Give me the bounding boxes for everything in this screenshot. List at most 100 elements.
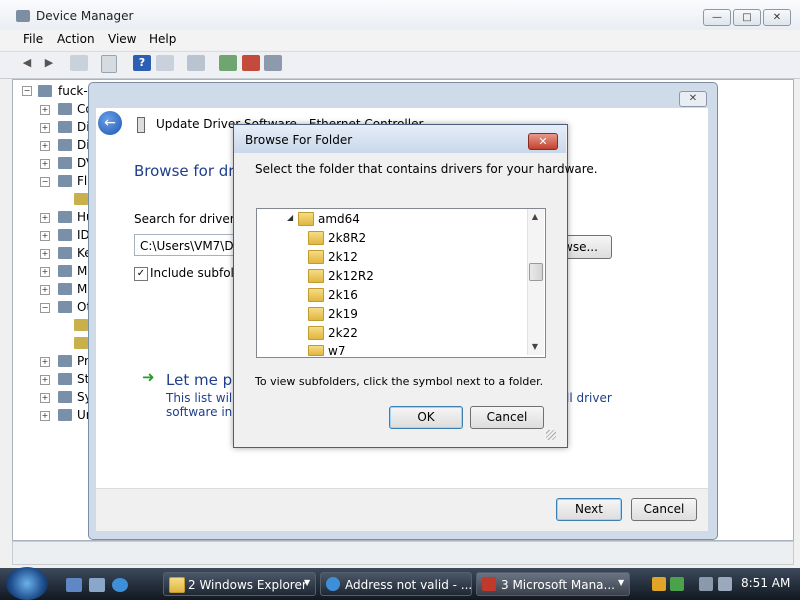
network-disconnected-icon[interactable] [699, 577, 713, 591]
tree-expander[interactable]: + [40, 123, 50, 133]
next-button[interactable]: Next [556, 498, 622, 521]
folder-icon [308, 326, 324, 340]
folder-tree [256, 208, 546, 358]
browse-hint: To view subfolders, click the symbol nex… [255, 375, 544, 388]
warning-device-icon [74, 319, 88, 331]
view-icon[interactable] [156, 55, 174, 71]
folder-icon [298, 212, 314, 226]
device-category-icon [58, 301, 72, 313]
taskbar-microsoft-management[interactable]: 3 Microsoft Mana... [476, 572, 630, 596]
folder-item[interactable]: 2k8R2 [328, 231, 366, 245]
tree-expander[interactable]: + [40, 267, 50, 277]
back-arrow-icon[interactable]: ← [98, 111, 122, 135]
tree-root-label[interactable]: fuck- [58, 84, 88, 98]
forward-arrow-icon[interactable]: ▶ [40, 55, 58, 71]
maximize-button[interactable]: □ [733, 9, 761, 26]
let-me-pick-description-tail: ll driver [566, 391, 612, 405]
browse-button[interactable]: wse... [562, 235, 612, 259]
device-category-icon [58, 229, 72, 241]
menu-help[interactable]: Help [149, 32, 176, 46]
clock[interactable]: 8:51 AM [741, 576, 790, 590]
toolbar [0, 51, 800, 79]
folder-tree-scrollbar[interactable] [527, 209, 544, 355]
browse-cancel-button[interactable]: Cancel [470, 406, 544, 429]
let-me-pick-description-line2: software in t [166, 405, 241, 419]
start-button[interactable] [6, 567, 48, 600]
internet-explorer-icon[interactable] [112, 578, 128, 592]
include-subfolders-label: Include subfold [150, 266, 242, 280]
folder-icon [308, 250, 324, 264]
tree-expander[interactable]: − [40, 177, 50, 187]
folder-icon [308, 288, 324, 302]
folder-item[interactable]: 2k19 [328, 307, 358, 321]
network-status-icon[interactable] [670, 577, 684, 591]
scroll-up-icon[interactable]: ▲ [530, 212, 540, 221]
close-button[interactable]: ✕ [763, 9, 791, 26]
status-bar [12, 541, 794, 565]
include-subfolders-checkbox[interactable]: ✓ [134, 267, 148, 281]
folder-item[interactable]: w7 [328, 344, 345, 355]
scroll-down-icon[interactable]: ▼ [530, 342, 540, 351]
show-desktop-icon[interactable] [66, 578, 82, 592]
tree-expander[interactable]: + [40, 357, 50, 367]
uninstall-icon[interactable] [242, 55, 260, 71]
switch-windows-icon[interactable] [89, 578, 105, 592]
tree-item[interactable]: Fl [77, 174, 87, 188]
taskbar-windows-explorer[interactable]: 2 Windows Explorer [163, 572, 316, 596]
collapse-triangle-icon[interactable]: ◢ [287, 213, 293, 222]
chevron-down-icon[interactable]: ▼ [304, 578, 310, 587]
tree-expander[interactable]: + [40, 411, 50, 421]
tree-expander[interactable]: + [40, 285, 50, 295]
folder-item[interactable]: 2k12 [328, 250, 358, 264]
scan-hardware-icon[interactable] [187, 55, 205, 71]
tree-expander[interactable]: + [40, 249, 50, 259]
tree-expander[interactable]: − [40, 303, 50, 313]
ok-button[interactable]: OK [389, 406, 463, 429]
chevron-down-icon[interactable]: ▼ [618, 578, 624, 587]
wizard-heading: Browse for dri [134, 162, 239, 180]
menu-view[interactable]: View [108, 32, 136, 46]
disable-device-icon[interactable] [264, 55, 282, 71]
device-category-icon [58, 121, 72, 133]
green-arrow-icon: ➜ [142, 368, 155, 386]
tree-expander[interactable]: + [40, 141, 50, 151]
folder-item[interactable]: 2k22 [328, 326, 358, 340]
help-icon[interactable]: ? [133, 55, 151, 71]
minimize-button[interactable]: — [703, 9, 731, 26]
properties-icon[interactable] [101, 55, 117, 73]
taskbar-address-not-valid[interactable]: Address not valid - ... [320, 572, 472, 596]
show-hide-tree-icon[interactable] [70, 55, 88, 71]
tree-expander[interactable]: + [40, 231, 50, 241]
back-arrow-icon[interactable]: ◀ [18, 55, 36, 71]
tree-expander[interactable]: − [22, 86, 32, 96]
folder-amd64[interactable]: amd64 [318, 212, 360, 226]
driver-path-input[interactable]: C:\Users\VM7\Do [134, 234, 238, 256]
tree-item[interactable]: M [77, 264, 87, 278]
resize-grip[interactable] [546, 430, 556, 440]
folder-icon [308, 345, 324, 356]
wizard-close-button[interactable]: ✕ [679, 91, 707, 107]
device-icon [137, 117, 145, 133]
menu-action[interactable]: Action [57, 32, 95, 46]
tree-expander[interactable]: + [40, 159, 50, 169]
wizard-cancel-button[interactable]: Cancel [631, 498, 697, 521]
tree-expander[interactable]: + [40, 393, 50, 403]
device-category-icon [58, 211, 72, 223]
tree-item[interactable]: M [77, 282, 87, 296]
tree-expander[interactable]: + [40, 213, 50, 223]
update-driver-icon[interactable] [219, 55, 237, 71]
device-category-icon [58, 283, 72, 295]
folder-item[interactable]: 2k12R2 [328, 269, 374, 283]
tree-expander[interactable]: + [40, 375, 50, 385]
browse-close-button[interactable]: ✕ [528, 133, 558, 150]
let-me-pick-link[interactable]: Let me pi [166, 371, 236, 389]
security-shield-icon[interactable] [652, 577, 666, 591]
folder-icon [308, 231, 324, 245]
volume-muted-icon[interactable] [718, 577, 732, 591]
window-title: Device Manager [36, 9, 134, 23]
scrollbar-thumb[interactable] [529, 263, 543, 281]
menu-file[interactable]: File [23, 32, 43, 46]
tree-expander[interactable]: + [40, 105, 50, 115]
folder-item[interactable]: 2k16 [328, 288, 358, 302]
warning-device-icon [74, 337, 88, 349]
